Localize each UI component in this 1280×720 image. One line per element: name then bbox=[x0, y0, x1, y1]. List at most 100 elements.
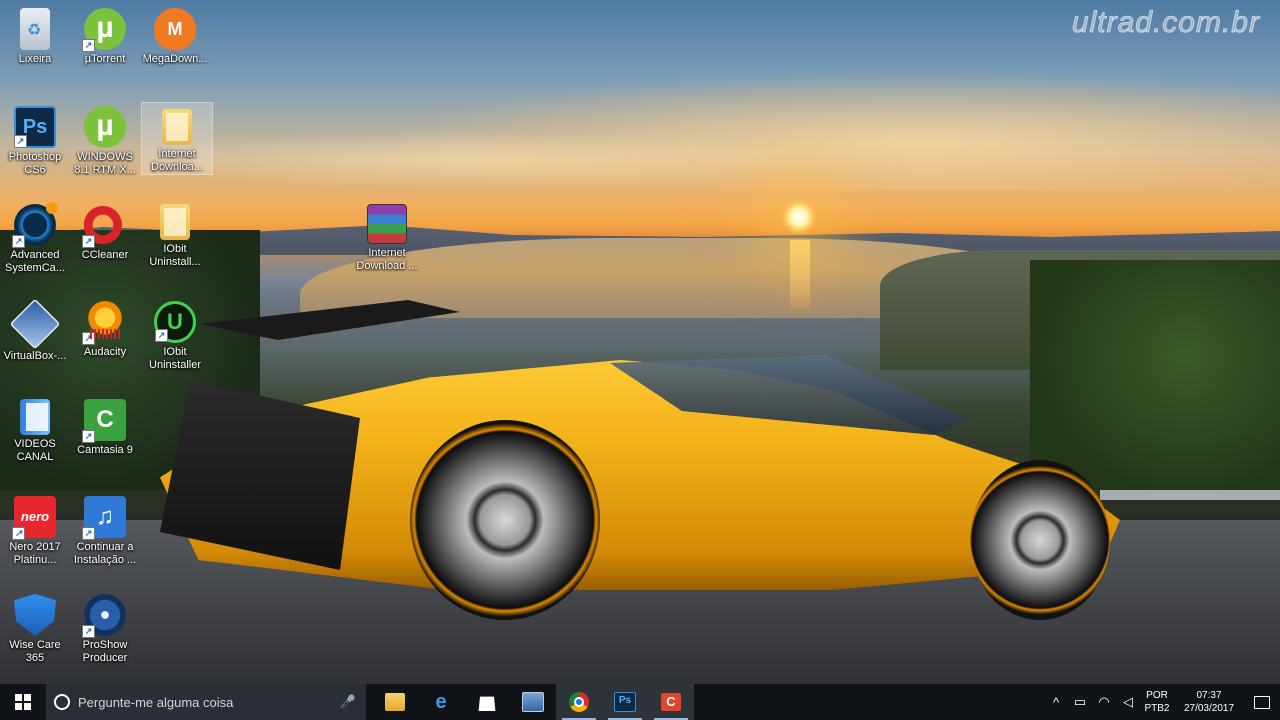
utorrent-icon: µ bbox=[84, 106, 126, 148]
shortcut-arrow-icon: ↗ bbox=[14, 135, 27, 148]
nero-icon: nero ↗ bbox=[12, 496, 56, 540]
taskbar-edge[interactable]: e bbox=[418, 684, 464, 720]
volume-icon[interactable]: ◁ bbox=[1116, 694, 1140, 710]
desktop-icon-label: IObit Uninstaller bbox=[149, 346, 201, 371]
notification-icon bbox=[1254, 695, 1270, 709]
desktop-icon-audacity[interactable]: ↗ Audacity bbox=[70, 295, 140, 359]
keyboard-layout: PTB2 bbox=[1144, 703, 1170, 714]
desktop-icon-internet-download-folder[interactable]: Internet Downloa... bbox=[141, 102, 213, 175]
desktop-icon-label: MegaDown... bbox=[142, 53, 208, 65]
desktop-icon-label: Internet Download ... bbox=[356, 247, 418, 272]
desktop-icon-label: Lixeira bbox=[18, 53, 52, 65]
taskbar-file-explorer[interactable] bbox=[372, 684, 418, 720]
clock-time: 07:37 bbox=[1196, 690, 1222, 701]
clock-date: 27/03/2017 bbox=[1183, 703, 1235, 714]
advanced-systemcare-icon: ↗ bbox=[12, 202, 58, 248]
camtasia-icon: C ↗ bbox=[82, 399, 126, 443]
desktop-icon-label: Photoshop CS6 bbox=[8, 151, 62, 176]
mega-icon: M bbox=[154, 8, 196, 50]
desktop-icon-iobit-folder[interactable]: IObit Uninstall... bbox=[140, 198, 210, 269]
taskbar-camtasia[interactable]: C bbox=[648, 684, 694, 720]
desktop-icon-label: VirtualBox-... bbox=[3, 350, 67, 362]
taskbar-store[interactable] bbox=[464, 684, 510, 720]
virtualbox-icon bbox=[9, 298, 61, 350]
car-spoiler bbox=[200, 300, 460, 340]
taskbar: Pergunte-me alguma coisa 🎤 e Ps C ^ ▭ ◠ … bbox=[0, 684, 1280, 720]
iobit-uninstaller-icon: U ↗ bbox=[154, 301, 196, 343]
language-indicator[interactable]: POR PTB2 bbox=[1140, 689, 1174, 715]
battery-icon[interactable]: ▭ bbox=[1068, 694, 1092, 710]
guardrail bbox=[1100, 490, 1280, 500]
language-code: POR bbox=[1146, 690, 1168, 701]
desktop-icon-windows-torrent[interactable]: µ WINDOWS 8.1 RTM X... bbox=[70, 100, 140, 177]
sky-clouds-low bbox=[120, 130, 820, 190]
recycle-bin-icon bbox=[20, 8, 50, 50]
shortcut-arrow-icon: ↗ bbox=[12, 527, 25, 540]
clock[interactable]: 07:37 27/03/2017 bbox=[1174, 689, 1244, 715]
desktop-icon-label: Nero 2017 Platinu... bbox=[9, 541, 61, 566]
utorrent-icon: µ ↗ bbox=[82, 8, 126, 52]
car-wheel-front bbox=[970, 460, 1110, 620]
desktop-icon-iobit-uninstaller[interactable]: U ↗ IObit Uninstaller bbox=[140, 295, 210, 372]
desktop-icon-utorrent[interactable]: µ ↗ µTorrent bbox=[70, 2, 140, 66]
photoshop-icon: Ps ↗ bbox=[14, 106, 56, 148]
proshow-icon: ↗ bbox=[82, 594, 126, 638]
desktop-icon-continuar-instalacao[interactable]: ♫ ↗ Continuar a Instalação ... bbox=[70, 490, 140, 567]
shortcut-arrow-icon: ↗ bbox=[82, 430, 95, 443]
folder-icon bbox=[160, 204, 190, 240]
desktop-icon-label: Camtasia 9 bbox=[77, 444, 133, 456]
music-note-icon: ♫ ↗ bbox=[82, 496, 126, 540]
chevron-up-icon[interactable]: ^ bbox=[1044, 695, 1068, 710]
folder-icon bbox=[162, 109, 192, 145]
shortcut-arrow-icon: ↗ bbox=[12, 235, 25, 248]
wifi-icon[interactable]: ◠ bbox=[1092, 694, 1116, 710]
desktop-icon-label: CCleaner bbox=[81, 249, 129, 261]
shortcut-arrow-icon: ↗ bbox=[82, 527, 95, 540]
photoshop-icon: Ps bbox=[614, 692, 636, 712]
sports-car bbox=[140, 300, 1120, 620]
desktop-icon-label: µTorrent bbox=[84, 53, 126, 65]
desktop-icon-virtualbox[interactable]: VirtualBox-... bbox=[0, 295, 70, 363]
sun bbox=[782, 200, 816, 234]
start-button[interactable] bbox=[0, 684, 46, 720]
winrar-icon bbox=[367, 204, 407, 244]
taskbar-monitor[interactable] bbox=[510, 684, 556, 720]
action-center-button[interactable] bbox=[1244, 684, 1280, 720]
audacity-icon: ↗ bbox=[82, 301, 126, 345]
edge-icon: e bbox=[435, 691, 447, 713]
ccleaner-icon: ↗ bbox=[82, 204, 126, 248]
wise-care-icon bbox=[14, 594, 56, 636]
chrome-icon bbox=[569, 692, 589, 712]
shortcut-arrow-icon: ↗ bbox=[82, 235, 95, 248]
desktop-icon-internet-download-rar[interactable]: Internet Download ... bbox=[352, 198, 422, 273]
desktop-icon-megadownloader[interactable]: M MegaDown... bbox=[140, 2, 210, 66]
desktop-icon-proshow[interactable]: ↗ ProShow Producer bbox=[70, 588, 140, 665]
search-box[interactable]: Pergunte-me alguma coisa 🎤 bbox=[46, 684, 366, 720]
desktop-icon-label: IObit Uninstall... bbox=[149, 243, 201, 268]
desktop-icon-label: Internet Downloa... bbox=[151, 148, 203, 173]
system-tray: ^ ▭ ◠ ◁ POR PTB2 07:37 27/03/2017 bbox=[1044, 684, 1280, 720]
desktop-icon-videos-canal[interactable]: VIDEOS CANAL bbox=[0, 393, 70, 464]
search-placeholder: Pergunte-me alguma coisa bbox=[78, 694, 234, 710]
taskbar-chrome[interactable] bbox=[556, 684, 602, 720]
file-explorer-icon bbox=[385, 693, 405, 711]
desktop-icon-nero[interactable]: nero ↗ Nero 2017 Platinu... bbox=[0, 490, 70, 567]
car-wheel-rear bbox=[410, 420, 600, 620]
microphone-icon[interactable]: 🎤 bbox=[336, 694, 360, 710]
desktop-icon-label: WINDOWS 8.1 RTM X... bbox=[74, 151, 136, 176]
desktop-icon-camtasia[interactable]: C ↗ Camtasia 9 bbox=[70, 393, 140, 457]
desktop-icon-lixeira[interactable]: Lixeira bbox=[0, 2, 70, 66]
watermark: ultrad.com.br bbox=[1071, 6, 1260, 40]
desktop-icon-label: Advanced SystemCa... bbox=[5, 249, 65, 274]
folder-icon bbox=[20, 399, 50, 435]
camtasia-icon: C bbox=[661, 693, 681, 711]
desktop-icon-label: VIDEOS CANAL bbox=[14, 438, 56, 463]
shortcut-arrow-icon: ↗ bbox=[82, 625, 95, 638]
desktop-icon-ccleaner[interactable]: ↗ CCleaner bbox=[70, 198, 140, 262]
desktop-icon-label: Wise Care 365 bbox=[9, 639, 61, 664]
shortcut-arrow-icon: ↗ bbox=[82, 39, 95, 52]
desktop-icon-wise-care[interactable]: Wise Care 365 bbox=[0, 588, 70, 665]
taskbar-photoshop[interactable]: Ps bbox=[602, 684, 648, 720]
desktop-icon-advanced-systemcare[interactable]: ↗ Advanced SystemCa... bbox=[0, 198, 70, 275]
desktop-icon-photoshop[interactable]: Ps ↗ Photoshop CS6 bbox=[0, 100, 70, 177]
